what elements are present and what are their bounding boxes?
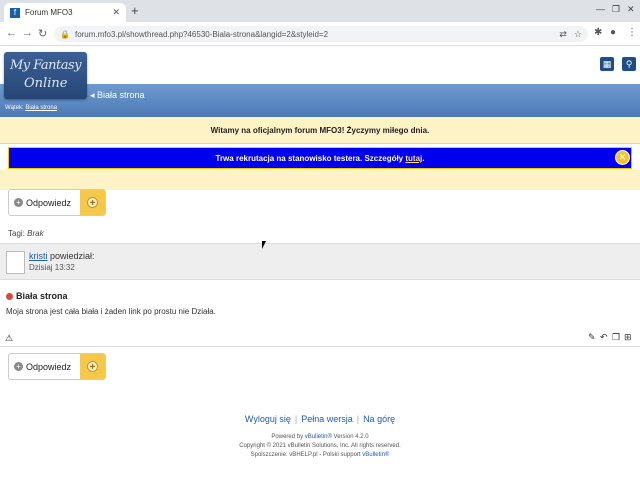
- forward-icon[interactable]: →: [22, 27, 33, 39]
- recruitment-notice: Trwa rekrutacja na stanowisko testera. S…: [8, 147, 632, 169]
- reply-button-bottom[interactable]: + Odpowiedz: [9, 354, 80, 379]
- full-version-link[interactable]: Pełna wersja: [297, 414, 357, 424]
- breadcrumb-prefix: Wątek:: [5, 105, 24, 111]
- breadcrumb-title[interactable]: ◂ Biała strona: [90, 90, 145, 101]
- welcome-banner: Witamy na oficjalnym forum MFO3! Życzymy…: [0, 117, 640, 144]
- notice-text: Trwa rekrutacja na stanowisko testera. S…: [215, 153, 404, 163]
- author-link[interactable]: kristi: [29, 251, 48, 261]
- plus-icon: +: [14, 362, 23, 371]
- browser-tab-strip: f Forum MFO3 ✕ + — ❐ ✕: [0, 0, 640, 22]
- mouse-cursor-icon: [262, 241, 266, 249]
- breadcrumb-link[interactable]: Biała strona: [25, 105, 57, 111]
- post-status-icon: [6, 292, 13, 300]
- tab-close-icon[interactable]: ✕: [112, 7, 120, 18]
- post-title: Biała strona: [6, 291, 68, 301]
- notice-close-icon[interactable]: ✕: [615, 150, 630, 165]
- logout-link[interactable]: Wyloguj się: [241, 414, 295, 424]
- post-title-text: Biała strona: [16, 291, 68, 301]
- address-bar-row: ← → ↻ 🔒 forum.mfo3.pl/showthread.php?465…: [0, 22, 640, 46]
- translation-prefix: Spolszczenie: vBHELP.pl - Polski support: [250, 452, 361, 458]
- logo-line1: My Fantasy: [10, 58, 82, 73]
- site-logo[interactable]: My Fantasy Online: [4, 52, 87, 99]
- new-tab-icon[interactable]: +: [131, 3, 139, 18]
- reply-label-bottom: Odpowiedz: [26, 361, 72, 372]
- quick-reply-icon: ✚: [87, 197, 98, 208]
- quote-icon[interactable]: ❐: [612, 332, 620, 343]
- powered-prefix: Powered by: [271, 434, 304, 440]
- profile-icon[interactable]: ●: [610, 27, 616, 38]
- translation-credit: Spolszczenie: vBHELP.pl - Polski support…: [0, 452, 640, 458]
- back-icon[interactable]: ←: [6, 27, 17, 39]
- url-text: forum.mfo3.pl/showthread.php?46530-Biala…: [74, 29, 329, 39]
- quick-reply-icon: ✚: [87, 361, 98, 372]
- notice-link[interactable]: tutaj: [405, 154, 422, 163]
- extensions-icon[interactable]: ✱: [594, 27, 602, 38]
- reply-arrow-icon[interactable]: ↶: [600, 332, 608, 343]
- reload-icon[interactable]: ↻: [38, 27, 47, 40]
- vbulletin-link[interactable]: vBulletin®: [305, 434, 332, 440]
- forum-favicon-icon: f: [10, 7, 20, 18]
- plus-icon: +: [14, 198, 23, 207]
- post-author: kristi powiedział:: [29, 251, 95, 261]
- quick-reply-button-bottom[interactable]: ✚: [80, 354, 105, 379]
- multi-quote-icon[interactable]: ⊞: [624, 332, 632, 343]
- edit-pencil-icon[interactable]: ✎: [588, 332, 596, 343]
- breadcrumb-bar: ◂ Biała strona Wątek: Biała strona: [0, 84, 640, 117]
- tags-label: Tagi:: [8, 229, 25, 238]
- search-icon[interactable]: ⚲: [622, 57, 636, 71]
- omnibox[interactable]: 🔒 forum.mfo3.pl/showthread.php?46530-Bia…: [54, 26, 588, 42]
- reply-group-bottom: + Odpowiedz ✚: [8, 353, 106, 380]
- post-header: kristi powiedział: Dzisiaj 13:32: [0, 243, 640, 280]
- grid-menu-icon[interactable]: ▦: [600, 57, 614, 71]
- notice-gutter: [0, 170, 640, 190]
- powered-by: Powered by vBulletin® Version 4.2.0: [0, 434, 640, 440]
- notice-after: .: [422, 153, 425, 163]
- minimize-icon[interactable]: —: [596, 4, 605, 14]
- powered-suffix: Version 4.2.0: [333, 434, 369, 440]
- author-said: powiedział:: [50, 251, 95, 261]
- to-top-link[interactable]: Na górę: [359, 414, 399, 424]
- window-close-icon[interactable]: ✕: [627, 4, 635, 15]
- tags-value: Brak: [27, 229, 44, 238]
- menu-dots-icon[interactable]: ⋮: [627, 27, 637, 38]
- report-warning-icon[interactable]: ⚠: [5, 333, 13, 344]
- breadcrumb: Wątek: Biała strona: [5, 105, 57, 111]
- post-footer: ⚠ ✎ ↶ ❐ ⊞: [0, 331, 640, 347]
- avatar[interactable]: [6, 251, 25, 274]
- reply-label: Odpowiedz: [26, 197, 72, 208]
- copyright: Copyright © 2021 vBulletin Solutions, In…: [239, 443, 401, 449]
- tags-line: Tagi: Brak: [8, 229, 44, 238]
- reply-button[interactable]: + Odpowiedz: [9, 190, 80, 215]
- quick-reply-button[interactable]: ✚: [80, 190, 105, 215]
- logo-line2: Online: [24, 76, 68, 91]
- translation-link[interactable]: vBulletin®: [362, 452, 389, 458]
- lock-icon: 🔒: [60, 29, 70, 39]
- translate-icon[interactable]: ⇄: [559, 29, 567, 40]
- post-body: Moja strona jest cała biała i żaden link…: [6, 307, 216, 316]
- browser-tab[interactable]: f Forum MFO3 ✕: [4, 3, 126, 22]
- maximize-icon[interactable]: ❐: [612, 4, 620, 15]
- bookmark-star-icon[interactable]: ☆: [574, 29, 582, 40]
- reply-group-top: + Odpowiedz ✚: [8, 189, 106, 216]
- forum-header: My Fantasy Online ▦ ⚲: [0, 47, 640, 99]
- post-date: Dzisiaj 13:32: [29, 263, 75, 272]
- footer-links: Wyloguj się | Pełna wersja | Na górę: [0, 414, 640, 424]
- tab-title: Forum MFO3: [25, 8, 73, 17]
